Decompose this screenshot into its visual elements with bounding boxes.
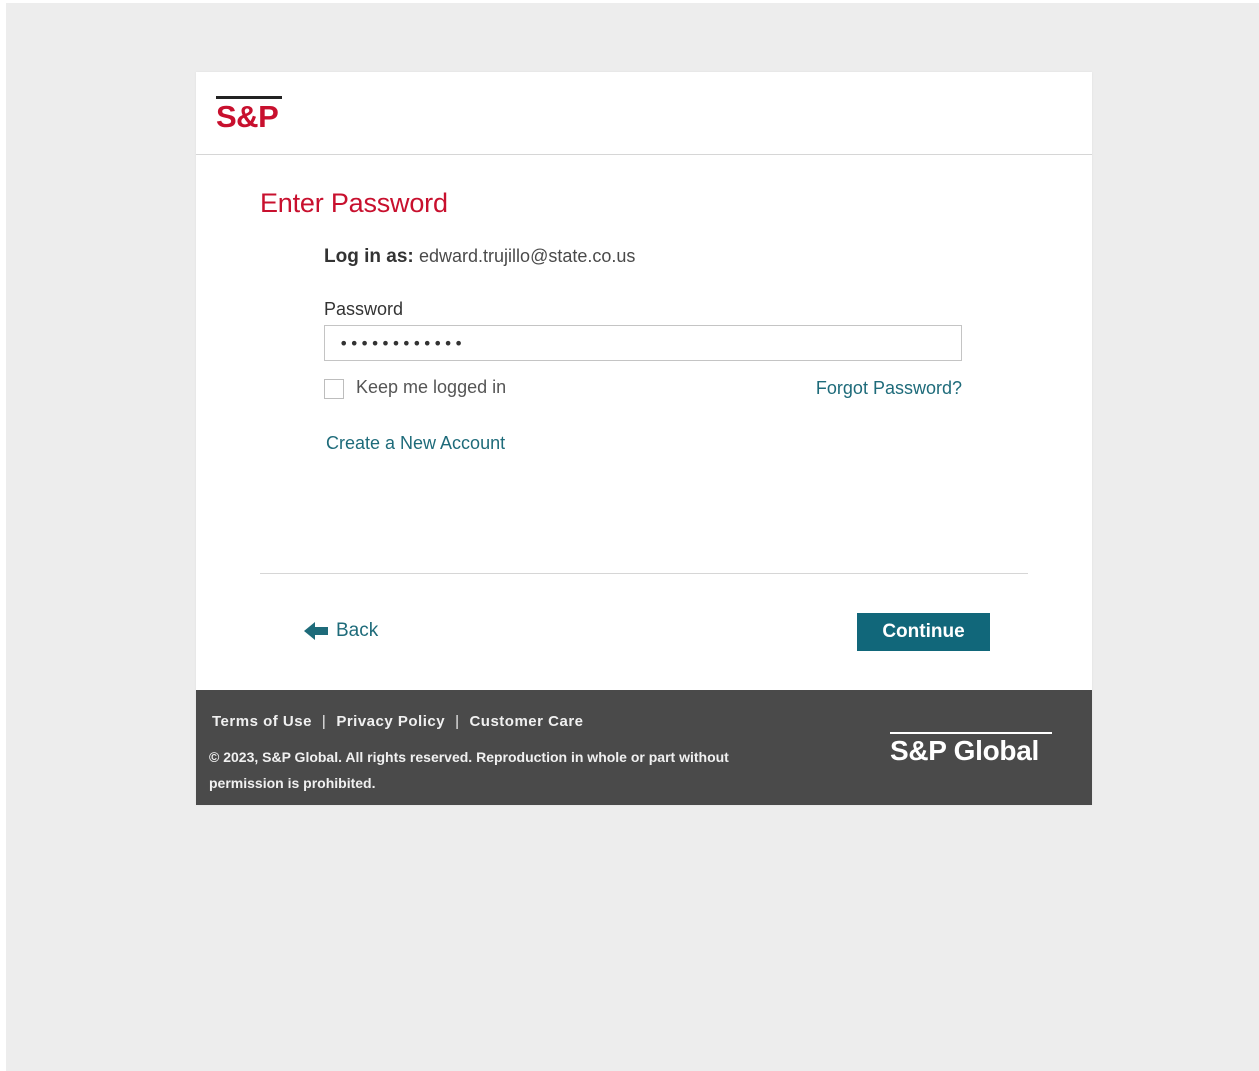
footer-links: Terms of Use | Privacy Policy | Customer Car… <box>212 713 584 730</box>
keep-logged-in-row[interactable]: Keep me logged in <box>324 376 506 399</box>
sp-logo: S&P <box>216 96 282 134</box>
footer-separator: | <box>321 713 327 730</box>
copyright-text: © 2023, S&P Global. All rights reserved.… <box>209 749 729 791</box>
page-background: S&P Enter Password Log in as: edward.tru… <box>6 3 1259 1071</box>
login-as-row: Log in as: edward.trujillo@state.co.us <box>324 246 635 268</box>
login-as-label: Log in as: <box>324 246 414 267</box>
terms-of-use-link[interactable]: Terms of Use <box>212 713 312 730</box>
customer-care-link[interactable]: Customer Care <box>469 713 583 730</box>
back-button-label[interactable]: Back <box>336 620 378 642</box>
back-button[interactable]: Back <box>304 620 378 642</box>
password-label: Password <box>324 299 404 319</box>
password-input[interactable] <box>324 325 962 361</box>
divider <box>260 573 1028 574</box>
login-as-email: edward.trujillo@state.co.us <box>419 246 636 266</box>
logo-text: S&P <box>216 99 279 134</box>
privacy-policy-link[interactable]: Privacy Policy <box>336 713 445 730</box>
arrow-left-icon <box>304 622 328 640</box>
keep-logged-in-checkbox[interactable] <box>324 379 344 399</box>
create-account-link[interactable]: Create a New Account <box>326 433 505 454</box>
keep-logged-in-label[interactable]: Keep me logged in <box>356 377 506 398</box>
forgot-password-link[interactable]: Forgot Password? <box>816 378 962 399</box>
page-title: Enter Password <box>260 188 448 218</box>
card-header: S&P <box>196 72 1092 155</box>
footer-separator: | <box>455 713 460 730</box>
sp-global-logo: S&P Global <box>890 732 1052 768</box>
login-card: S&P Enter Password Log in as: edward.tru… <box>196 72 1092 805</box>
continue-button[interactable]: Continue <box>857 613 990 651</box>
footer-logo-text: S&P Global <box>890 735 1039 766</box>
footer: Terms of Use | Privacy Policy | Customer Car… <box>196 690 1092 805</box>
